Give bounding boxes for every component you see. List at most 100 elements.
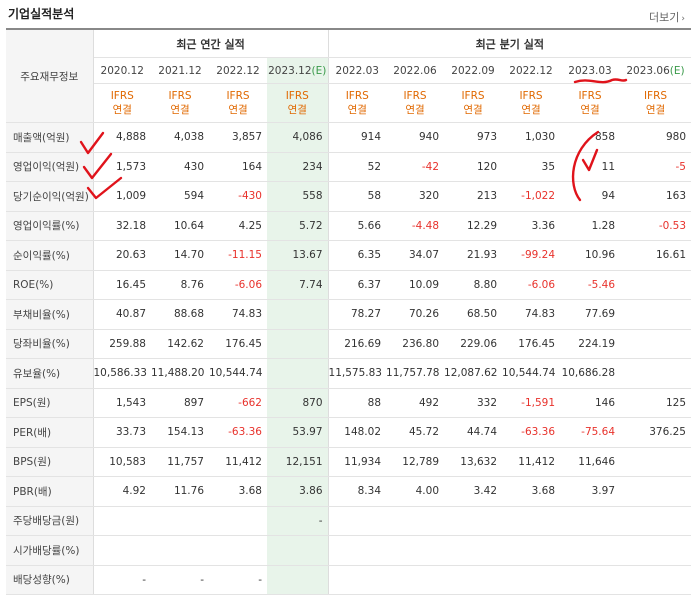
table-cell	[502, 535, 561, 566]
table-cell: 16.45	[93, 270, 151, 300]
more-link[interactable]: 더보기 ›	[649, 9, 685, 25]
table-cell: 32.18	[93, 210, 151, 241]
table-cell: 176.45	[209, 329, 267, 359]
table-cell: 10,583	[93, 447, 151, 477]
table-cell	[328, 505, 387, 536]
table-cell: 20.63	[93, 240, 151, 271]
table-row: EPS(원) 1,543 897 -662 870 88 492 332 -1,591 146 12…	[6, 387, 691, 418]
table-cell: 4.92	[93, 476, 151, 507]
row-label: 당좌비율(%)	[6, 329, 94, 359]
table-cell: 3.68	[502, 476, 561, 507]
table-cell: 12,789	[386, 447, 445, 477]
table-cell: 4,038	[151, 122, 209, 153]
account-type-header: IFRS 연결	[620, 83, 691, 123]
table-cell: -42	[386, 152, 445, 182]
table-cell: 164	[209, 152, 267, 182]
table-cell	[386, 505, 445, 536]
table-row: 배당성향(%) - - -	[6, 565, 691, 595]
table-cell: 236.80	[386, 329, 445, 359]
account-type-header: IFRS 연결	[328, 83, 387, 123]
row-label: 순이익률(%)	[6, 240, 94, 271]
table-cell: 45.72	[386, 417, 445, 448]
more-label: 더보기	[649, 11, 680, 24]
table-cell	[386, 565, 445, 595]
table-cell: 94	[560, 181, 621, 212]
table-cell: -5.46	[560, 270, 621, 300]
table-cell: 229.06	[444, 329, 503, 359]
table-cell: 53.97	[267, 417, 329, 448]
table-row: BPS(원) 10,583 11,757 11,412 12,151 11,934 12,7…	[6, 447, 691, 477]
table-cell: 11,412	[502, 447, 561, 477]
table-cell: 3.42	[444, 476, 503, 507]
period-header: 2022.03	[328, 57, 387, 84]
table-cell: 12.29	[444, 210, 503, 241]
table-cell: 3.86	[267, 476, 329, 507]
table-cell: 8.80	[444, 270, 503, 300]
table-cell	[444, 535, 503, 566]
table-cell: 34.07	[386, 240, 445, 271]
table-cell: 5.66	[328, 210, 387, 241]
period-header: 2023.06(E)	[620, 57, 691, 84]
table-cell: 44.74	[444, 417, 503, 448]
table-cell: 70.26	[386, 299, 445, 330]
table-cell: -	[93, 565, 151, 595]
table-cell: 1,030	[502, 122, 561, 153]
table-cell: 11,412	[209, 447, 267, 477]
table-cell: 125	[620, 387, 691, 418]
table-cell: 16.61	[620, 240, 691, 271]
table-cell: 11,757.78	[386, 358, 445, 389]
section-title: 기업실적분석	[8, 7, 75, 21]
table-cell: 11,757	[151, 447, 209, 477]
table-cell: 52	[328, 152, 387, 182]
table-cell	[267, 535, 329, 566]
table-cell: 74.83	[502, 299, 561, 330]
table-cell	[560, 565, 621, 595]
table-cell: 21.93	[444, 240, 503, 271]
row-label: 시가배당률(%)	[6, 535, 94, 566]
table-cell	[209, 535, 267, 566]
row-label: PBR(배)	[6, 476, 94, 507]
estimate-marker: (E)	[669, 64, 685, 77]
table-cell: -1,022	[502, 181, 561, 212]
account-type-header: IFRS 연결	[386, 83, 445, 123]
table-cell: 11,575.83	[328, 358, 387, 389]
table-cell: 14.70	[151, 240, 209, 271]
account-type-header: IFRS 연결	[267, 83, 329, 123]
account-type-header: IFRS 연결	[209, 83, 267, 123]
table-cell	[620, 476, 691, 507]
table-cell: 4.25	[209, 210, 267, 241]
table-cell: 4,086	[267, 122, 329, 153]
table-cell: 1.28	[560, 210, 621, 241]
table-cell: 88.68	[151, 299, 209, 330]
table-cell: 68.50	[444, 299, 503, 330]
table-cell: -0.53	[620, 210, 691, 241]
table-cell: 594	[151, 181, 209, 212]
table-row: 영업이익(억원) 1,573 430 164 234 52 -42 120 35 11 -5	[6, 152, 691, 182]
table-cell: 13,632	[444, 447, 503, 477]
account-type-header: IFRS 연결	[151, 83, 209, 123]
table-cell: 10,586.33	[93, 358, 151, 389]
table-cell: -75.64	[560, 417, 621, 448]
table-cell: 13.67	[267, 240, 329, 271]
table-cell: 234	[267, 152, 329, 182]
table-cell: 980	[620, 122, 691, 153]
period-header: 2023.03	[560, 57, 621, 84]
table-cell: 10.96	[560, 240, 621, 271]
table-cell: 3,857	[209, 122, 267, 153]
table-cell: -6.06	[209, 270, 267, 300]
table-cell	[620, 565, 691, 595]
row-label: 영업이익률(%)	[6, 210, 94, 241]
table-cell: -	[209, 565, 267, 595]
category-header: 주요재무정보	[6, 29, 94, 123]
table-cell: 10,686.28	[560, 358, 621, 389]
table-cell: 940	[386, 122, 445, 153]
table-cell: 11	[560, 152, 621, 182]
table-row: 주당배당금(원) -	[6, 505, 691, 536]
table-cell: 1,573	[93, 152, 151, 182]
table-cell: 163	[620, 181, 691, 212]
table-cell: 12,087.62	[444, 358, 503, 389]
table-cell: 376.25	[620, 417, 691, 448]
period-header: 2022.06	[386, 57, 445, 84]
period-header: 2021.12	[151, 57, 209, 84]
table-cell: 7.74	[267, 270, 329, 300]
